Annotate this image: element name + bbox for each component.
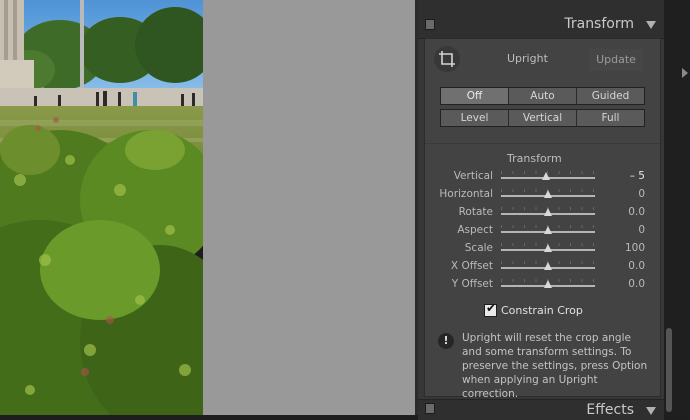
slider-thumb[interactable] [541, 172, 550, 180]
slider-value[interactable]: 0 [613, 224, 645, 236]
upright-mode-guided[interactable]: Guided [577, 88, 644, 104]
upright-mode-vertical[interactable]: Vertical [509, 110, 577, 126]
upright-info-text: Upright will reset the crop angle and so… [462, 332, 648, 400]
checkmark-icon: ✔ [486, 301, 497, 315]
transform-panel-header[interactable]: Transform [418, 10, 664, 39]
slider-thumb[interactable] [544, 280, 552, 288]
slider-thumb[interactable] [544, 244, 552, 252]
canvas-background [203, 0, 415, 415]
upright-mode-level[interactable]: Level [441, 110, 509, 126]
constrain-crop-checkbox[interactable]: ✔ [484, 301, 497, 317]
slider-label: X Offset [450, 260, 493, 272]
triangle-right-icon[interactable] [682, 68, 688, 78]
slider-value[interactable]: 0.0 [613, 260, 645, 272]
slider-thumb[interactable] [544, 226, 552, 234]
photo-preview [0, 0, 203, 415]
update-button[interactable]: Update [589, 49, 643, 71]
slider-label: Horizontal [439, 188, 493, 200]
slider-value[interactable]: – 5 [613, 170, 645, 182]
slider-label: Scale [464, 242, 493, 254]
slider-value[interactable]: 100 [613, 242, 645, 254]
slider-thumb[interactable] [544, 208, 552, 216]
slider-label: Rotate [458, 206, 493, 218]
slider-value[interactable]: 0.0 [613, 278, 645, 290]
photo-image [0, 0, 203, 415]
slider-thumb[interactable] [544, 190, 552, 198]
section-divider [425, 143, 660, 144]
slider-label: Vertical [453, 170, 493, 182]
upright-label: Upright [507, 52, 548, 65]
upright-mode-auto[interactable]: Auto [509, 88, 577, 104]
transform-subtitle: Transform [507, 152, 562, 165]
upright-mode-full[interactable]: Full [577, 110, 644, 126]
slider-label: Y Offset [451, 278, 493, 290]
upright-mode-off[interactable]: Off [441, 88, 509, 104]
scrollbar-thumb[interactable] [666, 328, 672, 412]
slider-value[interactable]: 0 [613, 188, 645, 200]
upright-mode-row-1: Off Auto Guided [440, 87, 645, 105]
crop-icon[interactable] [434, 46, 460, 72]
transform-section: Upright Update Off Auto Guided Level Ver… [424, 38, 661, 400]
panel-title: Effects [586, 402, 634, 418]
slider-thumb[interactable] [544, 262, 552, 270]
triangle-down-icon[interactable] [646, 407, 656, 415]
info-icon: ! [438, 333, 454, 349]
upright-info-box: ! Upright will reset the crop angle and … [428, 327, 657, 400]
triangle-down-icon[interactable] [646, 21, 656, 29]
effects-panel-header[interactable]: Effects [418, 399, 664, 420]
panel-title: Transform [564, 16, 634, 32]
panel-switch-toggle[interactable] [425, 19, 435, 30]
upright-mode-row-2: Level Vertical Full [440, 109, 645, 127]
constrain-crop-label[interactable]: Constrain Crop [501, 304, 583, 317]
panel-switch-toggle[interactable] [425, 403, 435, 414]
slider-value[interactable]: 0.0 [613, 206, 645, 218]
develop-right-panel: Transform Upright Update Off Auto Guided… [418, 0, 664, 420]
slider-label: Aspect [457, 224, 493, 236]
